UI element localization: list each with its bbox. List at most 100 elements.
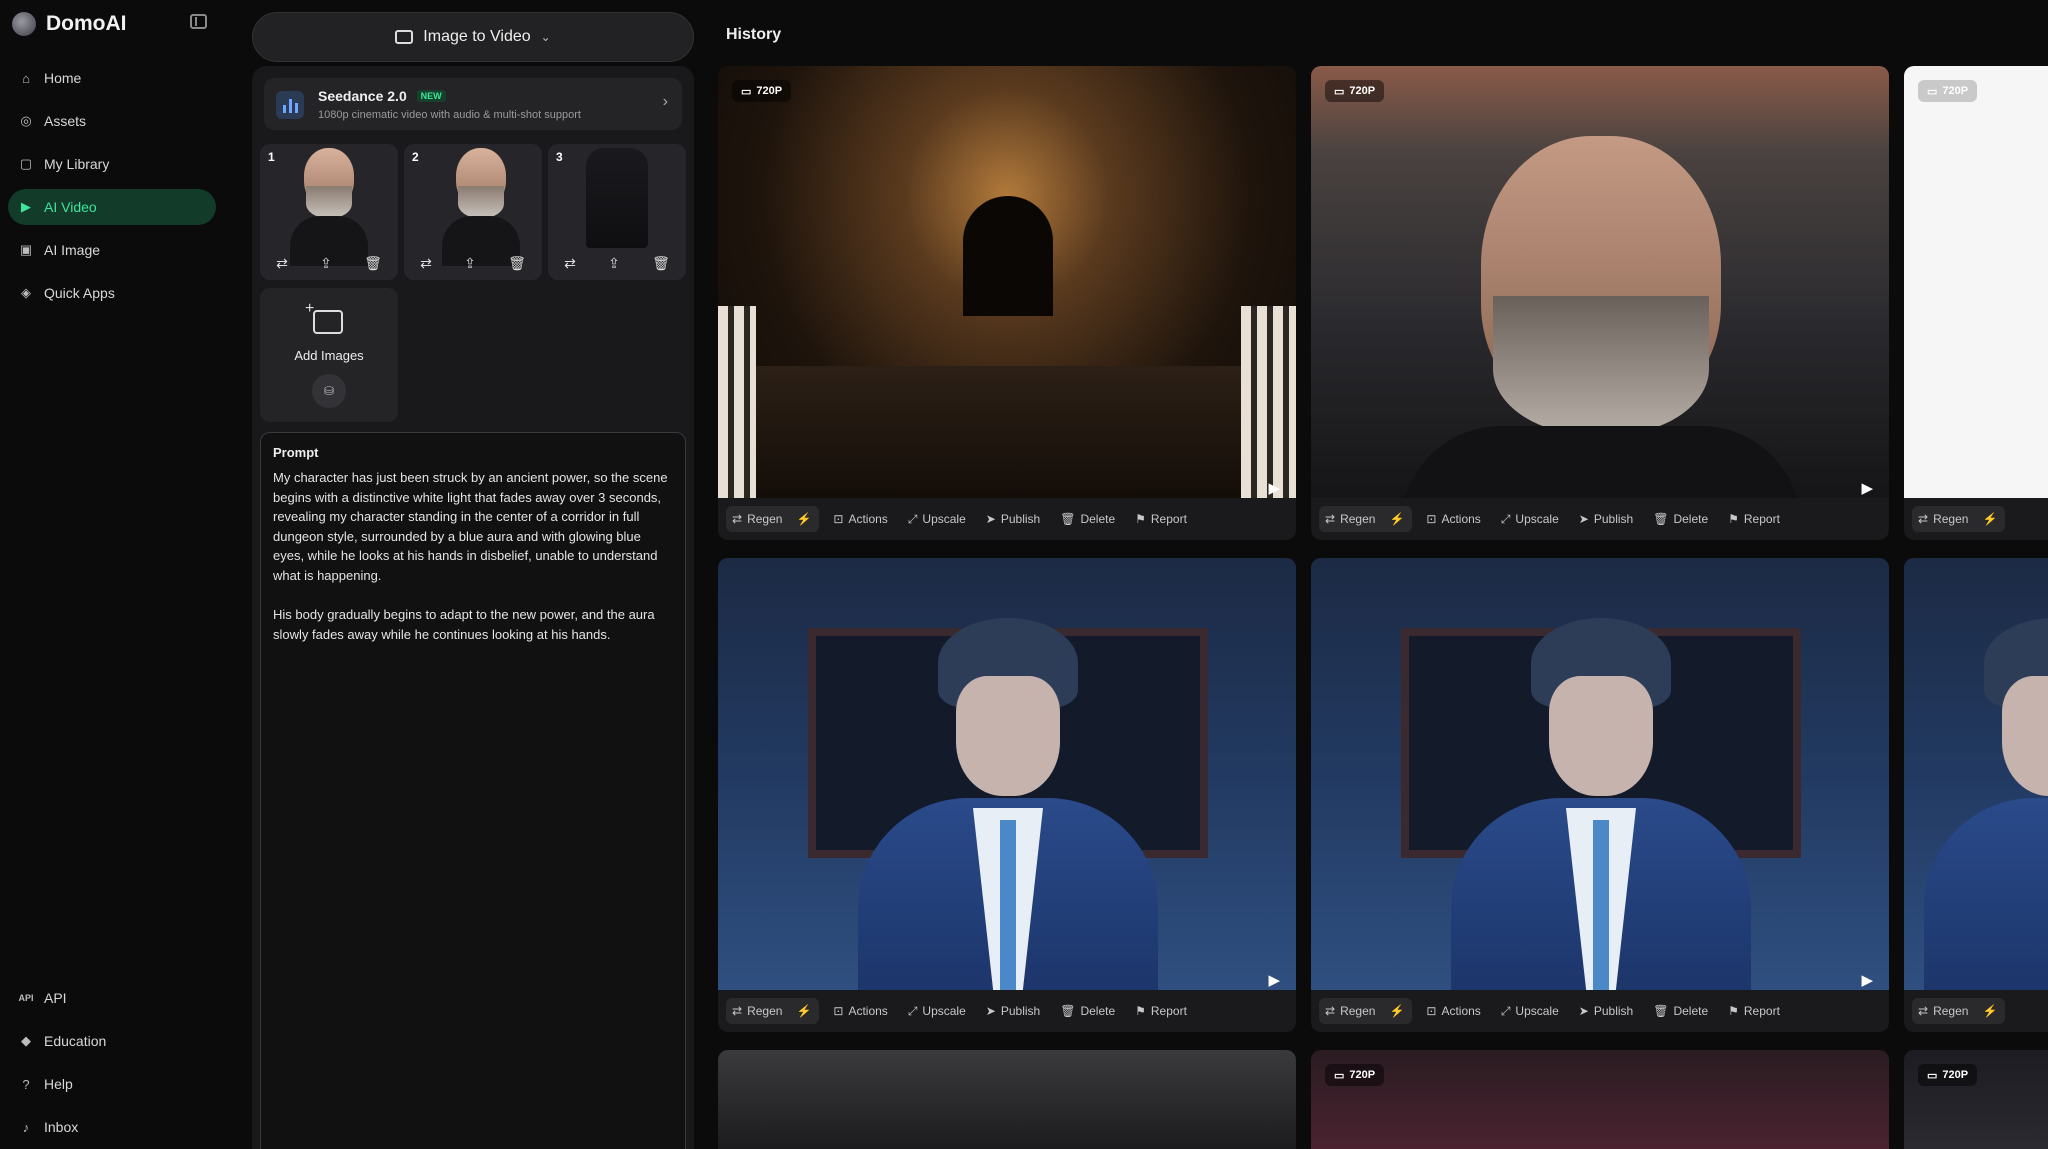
history-card-partial[interactable]: ⇄ Regen ⚡	[1904, 558, 2048, 1032]
send-icon: ➤	[1578, 1004, 1589, 1018]
trash-icon: 🗑	[1060, 1004, 1076, 1018]
nav-item-ai-video[interactable]: ▶ AI Video	[8, 189, 216, 225]
nav-item-help[interactable]: ? Help	[8, 1066, 216, 1102]
resolution-icon: ▭	[1334, 1069, 1345, 1082]
asset-picker-icon[interactable]: ⛁	[312, 374, 346, 408]
delete-button[interactable]: 🗑 Delete	[1054, 506, 1121, 532]
actions-button[interactable]: ⊡ Actions	[1420, 998, 1486, 1024]
nav-item-my-library[interactable]: ▢ My Library	[8, 146, 216, 182]
nav-item-ai-image[interactable]: ▣ AI Image	[8, 232, 216, 268]
resolution-label: 720P	[756, 85, 783, 97]
delete-button[interactable]: 🗑 Delete	[1054, 998, 1121, 1024]
prompt-field[interactable]: Prompt My character has just been struck…	[260, 432, 686, 1149]
regen-button[interactable]: ⇄ Regen	[726, 506, 789, 532]
home-icon: ⌂	[22, 70, 30, 86]
history-card[interactable]: ▭ 720P ▶ ⇄ Regen ⚡ ⊡ Actions ⤢ Upscale ➤ Publ…	[718, 66, 1296, 540]
prompt-textarea[interactable]: My character has just been struck by an …	[273, 468, 673, 644]
boost-button[interactable]: ⚡	[1381, 998, 1413, 1024]
video-thumbnail[interactable]	[1904, 558, 2048, 990]
video-thumbnail[interactable]	[1311, 1050, 1889, 1149]
publish-button[interactable]: ➤ Publish	[1573, 506, 1639, 532]
upload-icon[interactable]: ⇪	[608, 255, 620, 272]
regen-button[interactable]: ⇄ Regen	[1912, 998, 1975, 1024]
actions-button[interactable]: ⊡ Actions	[827, 506, 893, 532]
nav-item-quick-apps[interactable]: ◈ Quick Apps	[8, 275, 216, 311]
boost-button[interactable]: ⚡	[788, 998, 820, 1024]
history-card[interactable]: ▶ ⇄ Regen ⚡ ⊡ Actions ⤢ Upscale ➤ Publish 🗑 D…	[718, 558, 1296, 1032]
brand-name: DomoAI	[46, 12, 127, 35]
video-thumbnail[interactable]	[1311, 558, 1889, 990]
report-button[interactable]: ⚑ Report	[1129, 998, 1193, 1024]
model-selector[interactable]: Seedance 2.0 NEW 1080p cinematic video w…	[264, 78, 682, 130]
sidebar-collapse-icon[interactable]	[190, 14, 207, 29]
video-thumbnail[interactable]	[718, 66, 1296, 498]
nav-item-assets[interactable]: ◎ Assets	[8, 103, 216, 139]
upscale-button[interactable]: ⤢ Upscale	[1495, 998, 1565, 1024]
trash-icon[interactable]: 🗑	[652, 255, 670, 272]
brand[interactable]: DomoAI	[12, 10, 127, 38]
regen-button[interactable]: ⇄ Regen	[1912, 506, 1975, 532]
trash-icon[interactable]: 🗑	[364, 255, 382, 272]
reference-image-2[interactable]: 2 ⇄ ⇪ 🗑	[404, 144, 542, 280]
upload-icon[interactable]: ⇪	[464, 255, 476, 272]
reference-photo	[442, 148, 520, 266]
history-card[interactable]: ▭ 720P ▶ ⇄ Regen ⚡ ⊡ Actions ⤢ Upscale ➤ Publ…	[1311, 66, 1889, 540]
video-thumbnail[interactable]	[718, 558, 1296, 990]
video-thumbnail[interactable]	[718, 1050, 1296, 1149]
report-button[interactable]: ⚑ Report	[1129, 506, 1193, 532]
video-thumbnail[interactable]	[1904, 66, 2048, 498]
delete-button[interactable]: 🗑 Delete	[1647, 998, 1714, 1024]
replace-icon[interactable]: ⇄	[276, 255, 288, 272]
delete-button[interactable]: 🗑 Delete	[1647, 506, 1714, 532]
boost-button[interactable]: ⚡	[1974, 506, 2006, 532]
reference-image-1[interactable]: 1 ⇄ ⇪ 🗑	[260, 144, 398, 280]
bolt-icon: ⚡	[1982, 1004, 1998, 1018]
regen-button[interactable]: ⇄ Regen	[726, 998, 789, 1024]
boost-button[interactable]: ⚡	[788, 506, 820, 532]
boost-button[interactable]: ⚡	[1974, 998, 2006, 1024]
boost-button[interactable]: ⚡	[1381, 506, 1413, 532]
nav-item-home[interactable]: ⌂ Home	[8, 60, 216, 96]
card-toolbar: ⇄ Regen ⚡	[1904, 990, 2048, 1032]
nav-item-api[interactable]: API API	[8, 980, 216, 1016]
publish-button[interactable]: ➤ Publish	[980, 998, 1046, 1024]
regen-button[interactable]: ⇄ Regen	[1319, 506, 1382, 532]
publish-button[interactable]: ➤ Publish	[1573, 998, 1639, 1024]
mode-dropdown[interactable]: Image to Video ⌄	[252, 12, 694, 62]
history-card[interactable]: ▶ ⇄ Regen ⚡ ⊡ Actions ⤢ Upscale ➤ Publish 🗑 D…	[1311, 558, 1889, 1032]
nav-item-inbox[interactable]: ♪ Inbox	[8, 1109, 216, 1145]
report-button[interactable]: ⚑ Report	[1722, 506, 1786, 532]
model-name-wrap: Seedance 2.0 NEW	[318, 88, 446, 104]
add-images-button[interactable]: Add Images ⛁	[260, 288, 398, 422]
resolution-label: 720P	[1349, 85, 1376, 97]
history-card-partial[interactable]: ▭ 720P ⇄ Regen ⚡	[1904, 66, 2048, 540]
actions-button[interactable]: ⊡ Actions	[1420, 506, 1486, 532]
nav-label: Quick Apps	[44, 285, 115, 301]
history-card[interactable]	[718, 1050, 1296, 1149]
history-card[interactable]: ▭ 720P	[1311, 1050, 1889, 1149]
nav-item-education[interactable]: ◆ Education	[8, 1023, 216, 1059]
video-thumbnail[interactable]	[1311, 66, 1889, 498]
upscale-button[interactable]: ⤢ Upscale	[1495, 506, 1565, 532]
trash-icon[interactable]: 🗑	[508, 255, 526, 272]
play-icon[interactable]: ▶	[1268, 479, 1280, 497]
model-bars-icon	[276, 91, 304, 119]
actions-button[interactable]: ⊡ Actions	[827, 998, 893, 1024]
history-card-partial[interactable]: ▭ 720P	[1904, 1050, 2048, 1149]
model-name: Seedance 2.0	[318, 88, 407, 104]
upload-icon[interactable]: ⇪	[320, 255, 332, 272]
play-icon[interactable]: ▶	[1861, 971, 1873, 989]
reference-image-3[interactable]: 3 ⇄ ⇪ 🗑	[548, 144, 686, 280]
trash-icon: 🗑	[1653, 512, 1669, 526]
play-icon[interactable]: ▶	[1268, 971, 1280, 989]
upscale-button[interactable]: ⤢ Upscale	[902, 998, 972, 1024]
upscale-button[interactable]: ⤢ Upscale	[902, 506, 972, 532]
play-icon[interactable]: ▶	[1861, 479, 1873, 497]
replace-icon[interactable]: ⇄	[420, 255, 432, 272]
card-toolbar: ⇄ Regen ⚡ ⊡ Actions ⤢ Upscale ➤ Publish 🗑 Del…	[718, 498, 1296, 540]
replace-icon[interactable]: ⇄	[564, 255, 576, 272]
regen-button[interactable]: ⇄ Regen	[1319, 998, 1382, 1024]
publish-button[interactable]: ➤ Publish	[980, 506, 1046, 532]
nav-label: AI Image	[44, 242, 101, 258]
report-button[interactable]: ⚑ Report	[1722, 998, 1786, 1024]
